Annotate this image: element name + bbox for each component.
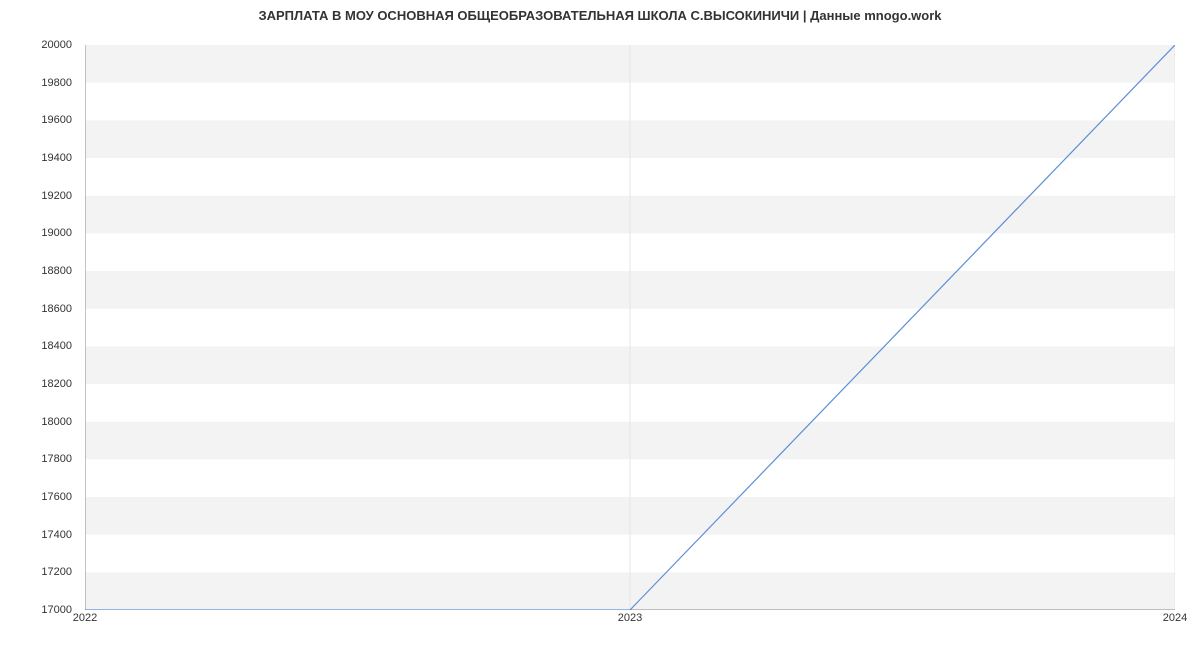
chart-svg: [85, 45, 1175, 610]
y-tick-label: 18200: [41, 378, 72, 390]
chart-container: ЗАРПЛАТА В МОУ ОСНОВНАЯ ОБЩЕОБРАЗОВАТЕЛЬ…: [0, 0, 1200, 650]
x-axis-ticks: 202220232024: [85, 612, 1175, 632]
chart-title: ЗАРПЛАТА В МОУ ОСНОВНАЯ ОБЩЕОБРАЗОВАТЕЛЬ…: [0, 8, 1200, 23]
y-tick-label: 17800: [41, 453, 72, 465]
x-tick-label: 2024: [1163, 612, 1187, 624]
y-tick-label: 19000: [41, 227, 72, 239]
y-tick-label: 18000: [41, 416, 72, 428]
y-tick-label: 19200: [41, 190, 72, 202]
y-tick-label: 19400: [41, 152, 72, 164]
plot-area: [85, 45, 1175, 610]
y-tick-label: 18400: [41, 340, 72, 352]
y-tick-label: 20000: [41, 39, 72, 51]
y-tick-label: 19800: [41, 77, 72, 89]
x-tick-label: 2023: [618, 612, 642, 624]
y-tick-label: 18800: [41, 265, 72, 277]
x-tick-label: 2022: [73, 612, 97, 624]
y-tick-label: 17400: [41, 529, 72, 541]
y-tick-label: 17200: [41, 566, 72, 578]
y-tick-label: 17000: [41, 604, 72, 616]
y-tick-label: 19600: [41, 114, 72, 126]
y-axis-ticks: 1700017200174001760017800180001820018400…: [0, 45, 80, 610]
y-tick-label: 17600: [41, 491, 72, 503]
y-tick-label: 18600: [41, 303, 72, 315]
